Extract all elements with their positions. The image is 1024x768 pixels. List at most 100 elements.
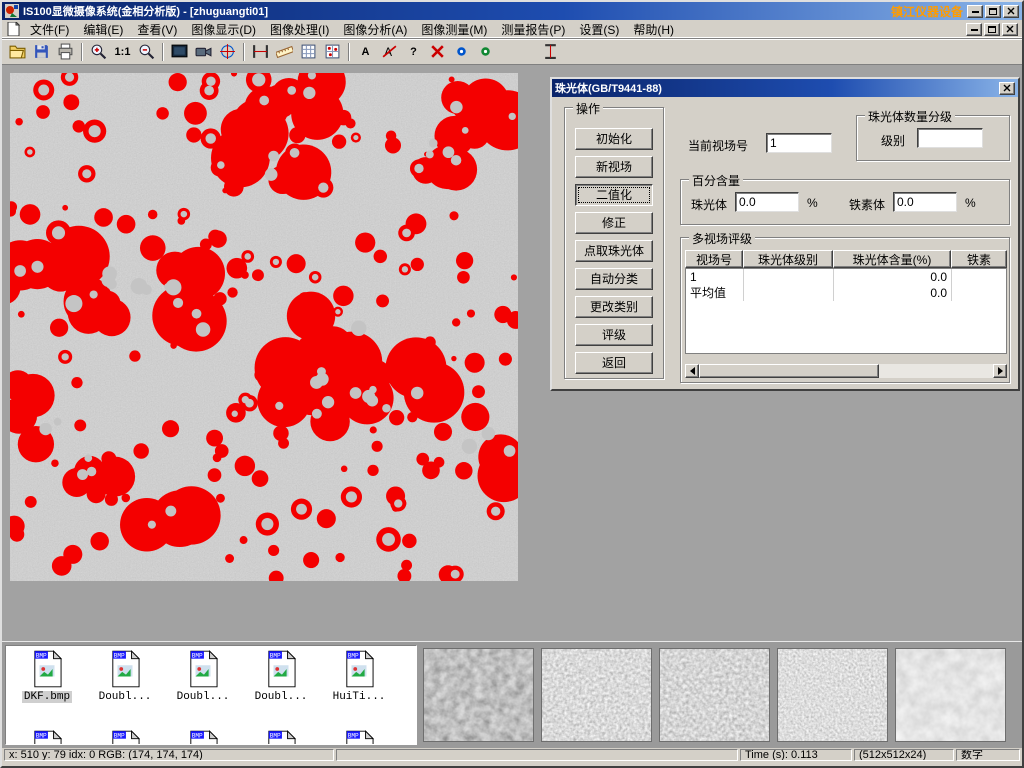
grading-group-label: 珠光体数量分级	[865, 108, 955, 125]
file-item-clipped[interactable]: BMP	[166, 730, 240, 745]
percent-group-label: 百分含量	[689, 172, 743, 189]
text-tool-icon[interactable]: A	[354, 41, 377, 63]
menu-image-measure[interactable]: 图像测量(M)	[414, 19, 494, 40]
multi-field-group-label: 多视场评级	[689, 230, 755, 247]
ferrite-unit: %	[965, 196, 976, 210]
delete-marks-icon[interactable]	[426, 41, 449, 63]
zoom-1to1-icon[interactable]: 1:1	[111, 41, 134, 63]
status-mode: 数字	[956, 749, 1020, 761]
cell-field-no: 平均值	[686, 285, 744, 301]
menu-report[interactable]: 测量报告(P)	[494, 19, 572, 40]
dialog-close-button[interactable]	[999, 82, 1015, 95]
grade-input[interactable]	[917, 128, 983, 148]
return-button[interactable]: 返回	[575, 352, 653, 374]
document-icon[interactable]	[6, 22, 21, 36]
video-camera-icon[interactable]	[192, 41, 215, 63]
status-time: Time (s): 0.113	[740, 749, 852, 761]
menu-file[interactable]: 文件(F)	[23, 19, 76, 40]
close-button[interactable]	[1003, 5, 1019, 18]
zoom-out-icon[interactable]	[135, 41, 158, 63]
file-name: DKF.bmp	[22, 691, 72, 703]
menu-settings[interactable]: 设置(S)	[572, 19, 626, 40]
file-item[interactable]: BMP Doubl...	[166, 650, 240, 703]
thumbnail-5[interactable]	[895, 648, 1006, 742]
table-horizontal-scrollbar[interactable]	[685, 364, 1007, 378]
scroll-right-button[interactable]	[993, 364, 1007, 378]
menu-image-analysis[interactable]: 图像分析(A)	[336, 19, 414, 40]
caliper-horizontal-icon[interactable]	[249, 41, 272, 63]
vendor-watermark: 镇江仪器设备	[891, 3, 963, 20]
table-row[interactable]: 1 0.0	[686, 269, 1006, 285]
init-button[interactable]: 初始化	[575, 128, 653, 150]
binarize-button[interactable]: 二值化	[575, 184, 653, 206]
table-body[interactable]: 1 0.0 平均值 0.0	[685, 268, 1007, 354]
open-folder-icon[interactable]	[6, 41, 29, 63]
grade-button[interactable]: 评级	[575, 324, 653, 346]
header-pearlite-grade[interactable]: 珠光体级别	[743, 250, 833, 268]
header-pearlite-content[interactable]: 珠光体含量(%)	[833, 250, 951, 268]
toolbar-separator	[162, 43, 164, 61]
file-item-clipped[interactable]: BMP	[88, 730, 162, 745]
status-filler	[336, 749, 738, 761]
camera-target-icon[interactable]	[216, 41, 239, 63]
change-class-button[interactable]: 更改类别	[575, 296, 653, 318]
auto-classify-button[interactable]: 自动分类	[575, 268, 653, 290]
dialog-body: 操作 初始化 新视场 二值化 修正 点取珠光体 自动分类 更改类别 评级 返回 …	[552, 97, 1018, 389]
scrollbar-thumb[interactable]	[699, 364, 879, 378]
minimize-button[interactable]	[967, 5, 983, 18]
mdi-restore-button[interactable]	[984, 23, 1000, 36]
dialog-title-bar[interactable]: 珠光体(GB/T9441-88)	[552, 79, 1018, 97]
svg-text:BMP: BMP	[348, 652, 359, 659]
help-icon[interactable]: ?	[402, 41, 425, 63]
file-item-clipped[interactable]: BMP	[10, 730, 84, 745]
title-bar: IS100显微摄像系统(金相分析版) - [zhuguangti01] 镇江仪器…	[2, 2, 1022, 20]
thumbnail-1[interactable]	[423, 648, 534, 742]
ruler-icon[interactable]	[273, 41, 296, 63]
file-item[interactable]: BMP Doubl...	[88, 650, 162, 703]
menu-view[interactable]: 查看(V)	[130, 19, 184, 40]
bmp-file-icon: BMP	[32, 650, 62, 688]
thumbnail-3[interactable]	[659, 648, 770, 742]
vertical-caliper-icon[interactable]	[539, 41, 562, 63]
file-browser-panel[interactable]: BMP DKF.bmp BMP Doubl... BMP	[5, 645, 417, 745]
correct-button[interactable]: 修正	[575, 212, 653, 234]
file-item[interactable]: BMP DKF.bmp	[10, 650, 84, 703]
maximize-button[interactable]	[985, 5, 1001, 18]
header-field-no[interactable]: 视场号	[685, 250, 743, 268]
scroll-left-button[interactable]	[685, 364, 699, 378]
file-name: Doubl...	[97, 691, 154, 703]
mdi-minimize-button[interactable]	[966, 23, 982, 36]
menu-help[interactable]: 帮助(H)	[626, 19, 681, 40]
bmp-file-icon: BMP	[188, 730, 218, 745]
menu-edit[interactable]: 编辑(E)	[76, 19, 130, 40]
operations-group: 操作 初始化 新视场 二值化 修正 点取珠光体 自动分类 更改类别 评级 返回	[564, 107, 664, 379]
status-image-size: (512x512x24)	[854, 749, 954, 761]
current-field-input[interactable]	[766, 133, 832, 153]
file-item-clipped[interactable]: BMP	[322, 730, 396, 745]
count-grid-icon[interactable]	[321, 41, 344, 63]
text-delete-icon[interactable]: A	[378, 41, 401, 63]
bmp-file-icon: BMP	[110, 730, 140, 745]
thumbnail-4[interactable]	[777, 648, 888, 742]
table-row[interactable]: 平均值 0.0	[686, 285, 1006, 301]
new-field-button[interactable]: 新视场	[575, 156, 653, 178]
file-item[interactable]: BMP HuiTi...	[322, 650, 396, 703]
menu-image-display[interactable]: 图像显示(D)	[184, 19, 263, 40]
pick-pearlite-button[interactable]: 点取珠光体	[575, 240, 653, 262]
header-ferrite[interactable]: 铁素	[951, 250, 1007, 268]
file-item-clipped[interactable]: BMP	[244, 730, 318, 745]
menu-image-process[interactable]: 图像处理(I)	[263, 19, 336, 40]
measure-grid-icon[interactable]	[297, 41, 320, 63]
print-icon[interactable]	[54, 41, 77, 63]
micrograph-image[interactable]	[10, 73, 518, 581]
save-icon[interactable]	[30, 41, 53, 63]
marker-green-icon[interactable]	[474, 41, 497, 63]
thumbnail-2[interactable]	[541, 648, 652, 742]
ferrite-value-input[interactable]	[893, 192, 957, 212]
mdi-close-button[interactable]	[1002, 23, 1018, 36]
freeze-frame-icon[interactable]	[168, 41, 191, 63]
marker-blue-icon[interactable]	[450, 41, 473, 63]
file-item[interactable]: BMP Doubl...	[244, 650, 318, 703]
zoom-in-icon[interactable]	[87, 41, 110, 63]
pearlite-value-input[interactable]	[735, 192, 799, 212]
